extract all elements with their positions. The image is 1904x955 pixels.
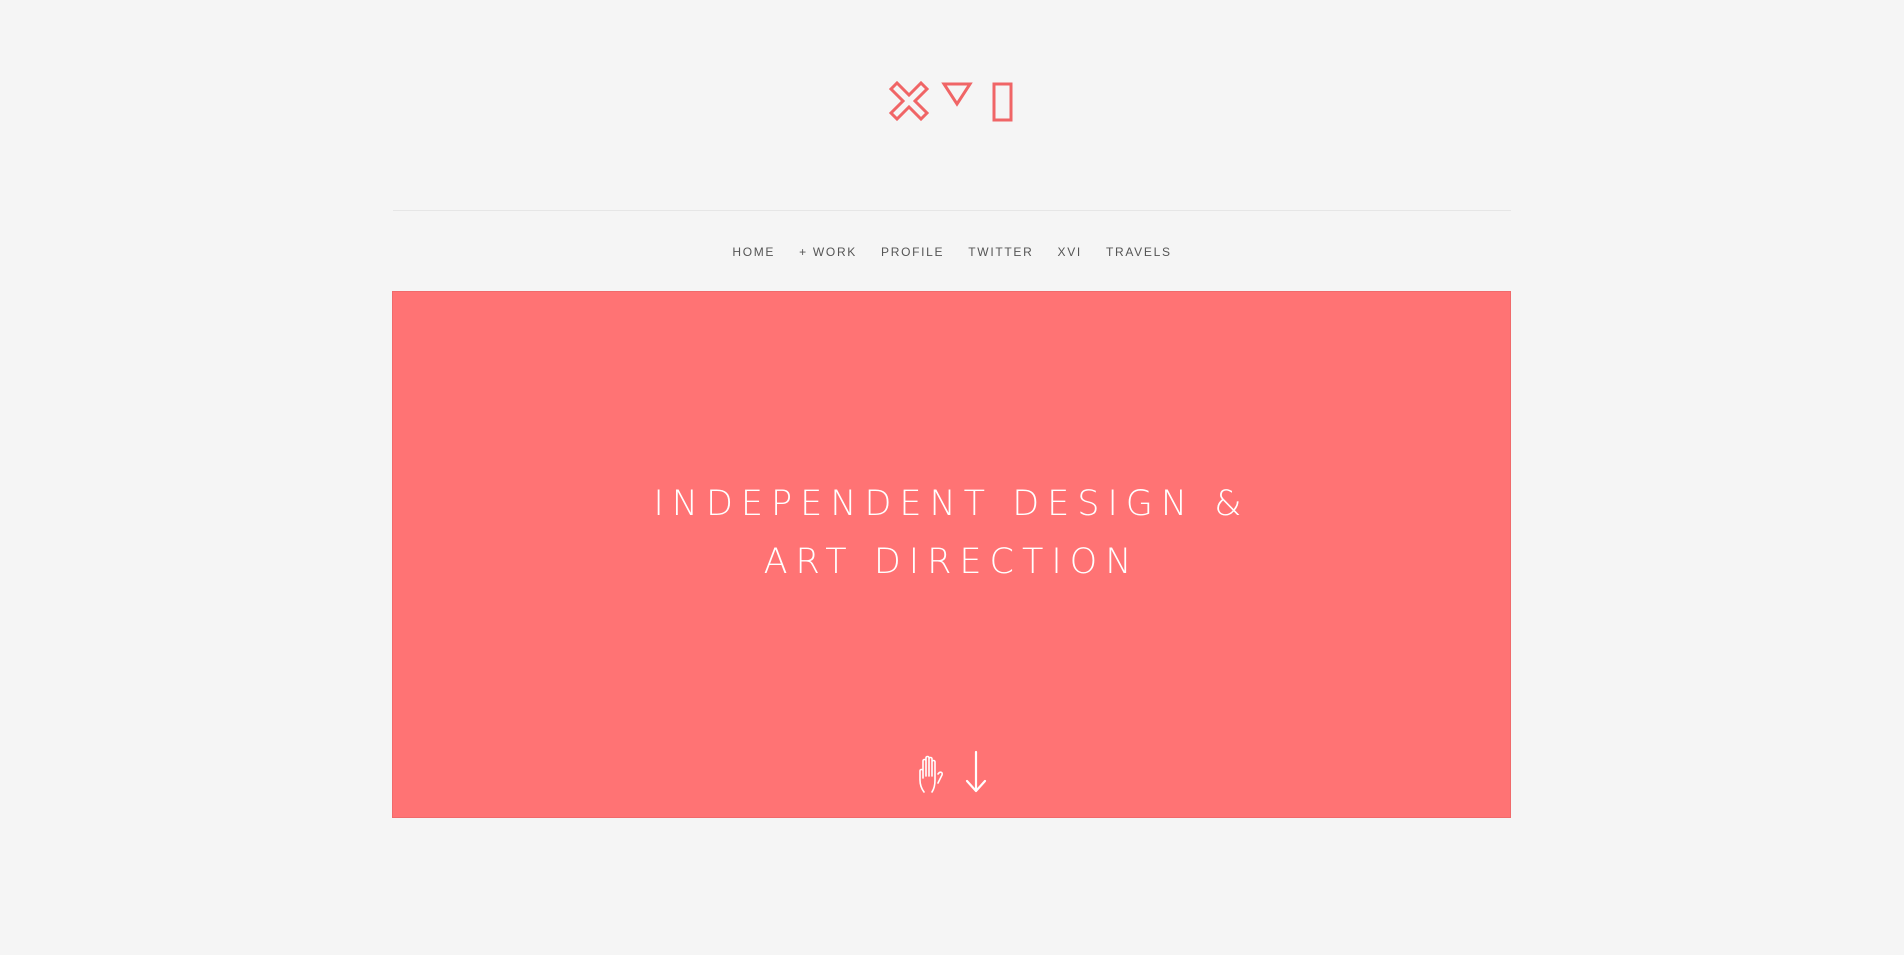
x-cross-icon — [888, 80, 930, 122]
hand-icon — [918, 754, 946, 794]
hero-banner: INDEPENDENT DESIGN & ART DIRECTION — [392, 291, 1511, 818]
nav-item-work[interactable]: + WORK — [799, 244, 857, 260]
rectangle-icon — [992, 82, 1013, 122]
hero-title-line-2: ART DIRECTION — [763, 542, 1140, 582]
nav-item-travels[interactable]: TRAVELS — [1106, 244, 1172, 260]
hero-title: INDEPENDENT DESIGN & ART DIRECTION — [393, 475, 1510, 591]
header-divider — [393, 210, 1511, 211]
site-logo[interactable] — [888, 80, 1018, 126]
nav-item-home[interactable]: HOME — [732, 244, 775, 260]
hero-title-line-1: INDEPENDENT DESIGN & — [653, 484, 1250, 524]
scroll-down-hint[interactable] — [918, 749, 988, 794]
nav-item-twitter[interactable]: TWITTER — [968, 244, 1033, 260]
arrow-down-icon — [964, 750, 988, 794]
main-nav: HOME + WORK PROFILE TWITTER XVI TRAVELS — [0, 244, 1904, 260]
triangle-down-icon — [941, 82, 973, 107]
nav-item-profile[interactable]: PROFILE — [881, 244, 944, 260]
nav-item-xvi[interactable]: XVI — [1058, 244, 1082, 260]
